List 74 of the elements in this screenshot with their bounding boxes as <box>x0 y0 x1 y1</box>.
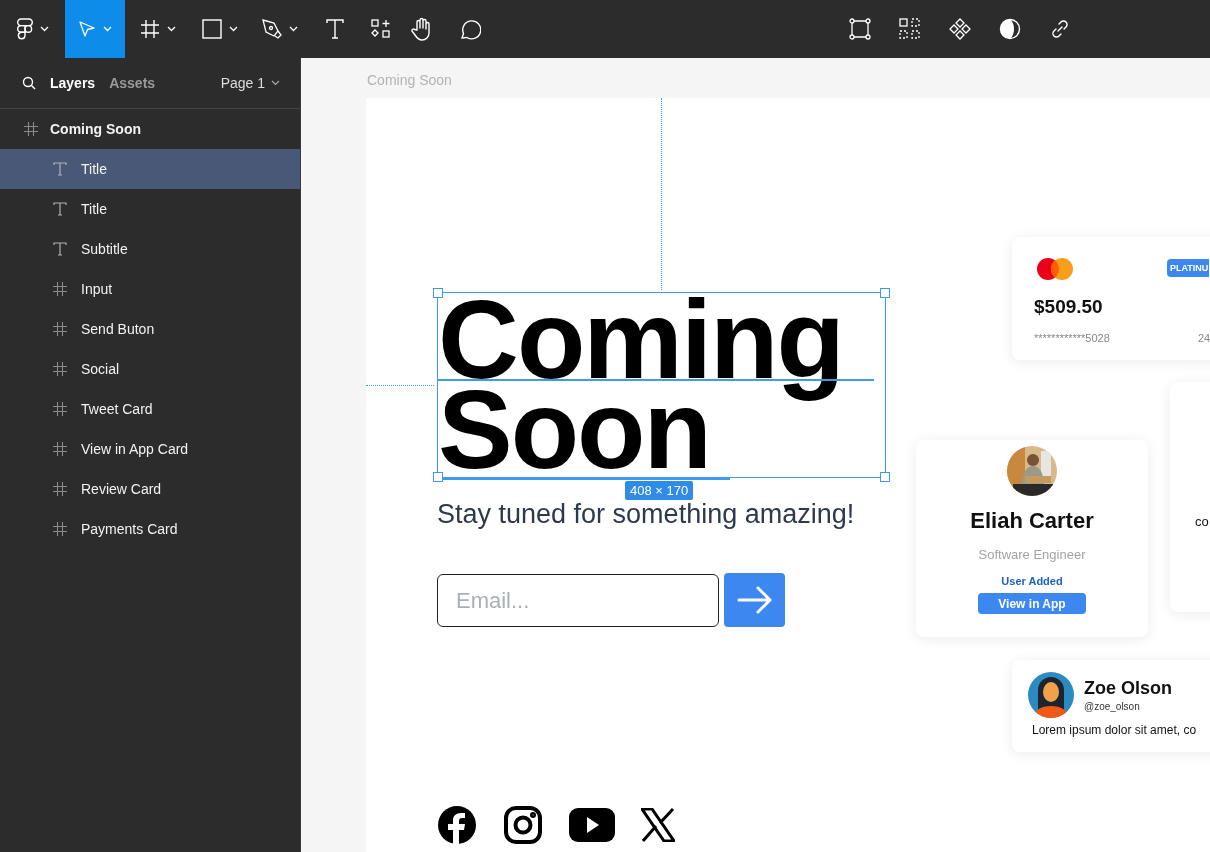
cursor-icon <box>78 20 96 38</box>
link-icon[interactable] <box>1049 18 1071 40</box>
profile-name: Eliah Carter <box>970 508 1094 534</box>
email-field[interactable]: Email... <box>437 574 719 627</box>
layer-item[interactable]: Subtitle <box>0 229 300 269</box>
layer-item[interactable]: Payments Card <box>0 509 300 549</box>
rectangle-icon <box>202 19 222 39</box>
frame-icon <box>53 522 67 536</box>
caret-icon <box>289 26 298 32</box>
text-tool-icon <box>326 19 344 39</box>
view-in-app-button[interactable]: View in App <box>978 593 1086 614</box>
hand-icon <box>411 17 433 41</box>
tier-badge: PLATINU <box>1167 259 1210 277</box>
grid-icon[interactable] <box>899 18 921 40</box>
caret-icon <box>229 26 238 32</box>
logo-icon <box>16 18 33 40</box>
instagram-icon[interactable] <box>503 805 543 845</box>
size-badge: 408 × 170 <box>625 481 694 500</box>
panel-tab[interactable]: Assets <box>109 75 156 91</box>
layer-item[interactable]: Input <box>0 269 300 309</box>
user-handle: @zoe_olson <box>1084 701 1141 712</box>
caret-icon <box>271 80 280 86</box>
card-brand-icon <box>1036 257 1074 281</box>
contrast-icon[interactable] <box>999 18 1021 40</box>
frame-icon <box>139 19 160 39</box>
layer-item[interactable]: Review Card <box>0 469 300 509</box>
status-label: User Added <box>1001 575 1063 587</box>
x-icon[interactable] <box>641 808 675 842</box>
search-icon[interactable] <box>22 76 36 90</box>
user-name: Zoe Olson <box>1084 678 1172 699</box>
frame-selection-icon[interactable] <box>849 18 871 40</box>
text-icon <box>53 162 67 176</box>
tweet-text: Lorem ipsum dolor sit amet, co <box>1032 723 1197 737</box>
shapes-icon <box>371 19 391 39</box>
comment-icon <box>459 18 481 40</box>
panel-tab[interactable]: Layers <box>50 75 96 91</box>
resize-handle[interactable] <box>433 472 443 482</box>
pen-icon <box>262 19 282 39</box>
facebook-icon[interactable] <box>437 805 477 845</box>
layer-item[interactable]: View in App Card <box>0 429 300 469</box>
frame-icon <box>53 362 67 376</box>
card-number: ************5028 <box>1034 332 1110 344</box>
guide-line <box>366 385 434 386</box>
frame-icon <box>53 402 67 416</box>
frame-icon <box>53 282 67 296</box>
layer-item[interactable]: Social <box>0 349 300 389</box>
review-text: co <box>1195 514 1209 529</box>
component-icon[interactable] <box>949 18 971 40</box>
frame-icon <box>53 322 67 336</box>
balance-amount: $509.50 <box>1034 296 1103 318</box>
layer-item[interactable]: Tweet Card <box>0 389 300 429</box>
layer-item[interactable]: Send Buton <box>0 309 300 349</box>
page-selector[interactable]: Page 1 <box>220 75 280 91</box>
frame-icon <box>53 482 67 496</box>
text-icon <box>53 242 67 256</box>
text-icon <box>53 202 67 216</box>
caret-icon <box>103 26 112 32</box>
layer-item[interactable]: Title <box>0 189 300 229</box>
send-button[interactable] <box>724 573 785 627</box>
card-detail: 24 <box>1198 332 1210 344</box>
resize-handle[interactable] <box>433 288 443 298</box>
frame-icon <box>53 442 67 456</box>
caret-icon <box>166 26 176 32</box>
subtitle: Stay tuned for something amazing! <box>437 499 855 530</box>
layer-item[interactable]: Title <box>0 149 300 189</box>
job-title: Software Engineer <box>978 547 1086 562</box>
caret-icon <box>39 26 49 32</box>
avatar-icon <box>1028 672 1074 718</box>
resize-handle[interactable] <box>880 288 890 298</box>
arrow-icon <box>736 586 773 614</box>
frame-icon <box>24 122 38 136</box>
resize-handle[interactable] <box>880 472 890 482</box>
layer-item[interactable]: Coming Soon <box>0 109 300 149</box>
video-play-icon[interactable] <box>569 808 615 842</box>
